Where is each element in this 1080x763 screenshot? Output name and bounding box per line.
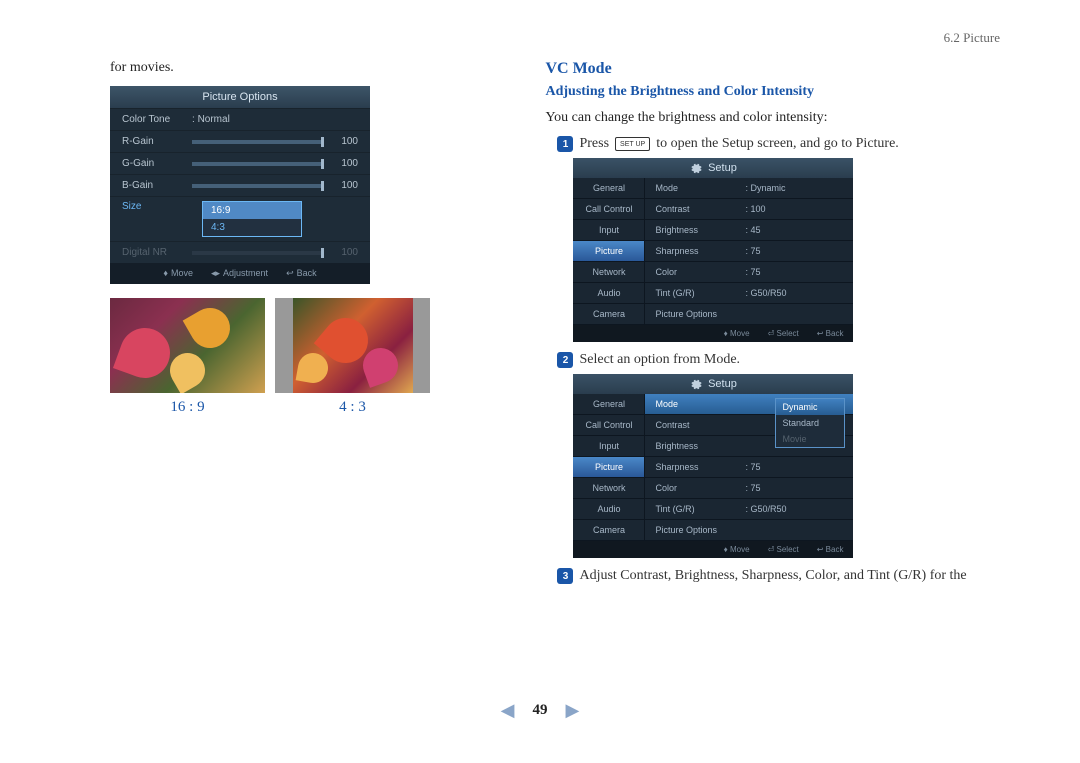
nav-item-selected: Picture [573,241,644,262]
step-text: Select an option from Mode. [579,352,740,368]
ratio-demo-row [110,298,485,393]
intro-text: You can change the brightness and color … [545,110,1000,126]
nav-item-selected: Picture [573,457,644,478]
osd-drop-item: 4:3 [203,219,301,236]
nav-item: General [573,394,644,415]
osd-value: 100 [332,158,358,169]
ratio-labels: 16 : 9 4 : 3 [110,399,485,416]
osd-title: Picture Options [110,86,370,108]
page-body: for movies. Picture Options Color Tone :… [0,0,1080,590]
sample-image-169 [110,298,265,393]
mode-popup-item: Dynamic [776,399,844,415]
nav-item: General [573,178,644,199]
gear-icon [690,162,702,174]
osd-picture-options: Picture Options Color Tone : Normal R-Ga… [110,86,370,284]
setup-key-icon: SET UP [615,137,650,151]
setup-list: Mode: Dynamic Contrast: 100 Brightness: … [645,178,853,325]
step-3: 3 Adjust Contrast, Brightness, Sharpness… [557,568,1000,584]
osd-setup-title: Setup [573,374,853,394]
slider-icon [192,140,324,144]
left-column: for movies. Picture Options Color Tone :… [110,60,485,590]
setup-nav: General Call Control Input Picture Netwo… [573,178,645,325]
osd-setup-title: Setup [573,158,853,178]
nav-item: Call Control [573,415,644,436]
back-icon: ↩ [817,545,824,554]
setup-nav: General Call Control Input Picture Netwo… [573,394,645,541]
step-text: to open the Setup screen, and go to Pict… [656,136,899,152]
step-text: Adjust Contrast, Brightness, Sharpness, … [579,568,966,584]
updown-icon: ♦ [724,329,728,338]
nav-item: Camera [573,304,644,325]
osd-row-ggain: G-Gain 100 [110,152,370,174]
osd-label: G-Gain [122,158,192,169]
osd-drop-item: 16:9 [203,202,301,219]
mode-popup-item: Standard [776,415,844,431]
nav-item: Call Control [573,199,644,220]
step-number-icon: 1 [557,136,573,152]
sample-image-43-wrap [275,298,430,393]
osd-setup-footer: ♦ Move ⏎ Select ↩ Back [573,325,853,342]
osd-row-rgain: R-Gain 100 [110,130,370,152]
osd-setup-footer: ♦ Move ⏎ Select ↩ Back [573,541,853,558]
nav-item: Audio [573,499,644,520]
pager-number: 49 [533,702,548,719]
step-number-icon: 3 [557,568,573,584]
slider-icon [192,162,324,166]
heading-vc-mode: VC Mode [545,60,1000,78]
nav-item: Network [573,262,644,283]
osd-footer: ♦Move ◂▸Adjustment ↩Back [110,263,370,284]
section-label: 6.2 Picture [944,30,1000,46]
ratio-label-169: 16 : 9 [110,399,265,416]
osd-value: 100 [332,180,358,191]
ratio-label-43: 4 : 3 [275,399,430,416]
updown-icon: ♦ [724,545,728,554]
osd-size-dropdown: 16:9 4:3 [202,201,302,237]
mode-popup-item: Movie [776,431,844,447]
osd-setup-2: Setup General Call Control Input Picture… [573,374,853,558]
intro-text: for movies. [110,60,485,76]
back-icon: ↩ [817,329,824,338]
nav-item: Input [573,436,644,457]
osd-value: 100 [332,136,358,147]
osd-row-digitalnr: Digital NR 100 [110,241,370,263]
enter-icon: ⏎ [768,545,775,554]
pager-next-icon[interactable]: ▶ [566,700,580,721]
nav-item: Input [573,220,644,241]
osd-label: Color Tone [122,114,192,125]
step-2: 2 Select an option from Mode. [557,352,1000,368]
right-column: VC Mode Adjusting the Brightness and Col… [545,60,1000,590]
nav-item: Camera [573,520,644,541]
slider-icon [192,184,324,188]
nav-item: Audio [573,283,644,304]
osd-row-size: Size 16:9 4:3 [110,196,370,241]
osd-row-colortone: Color Tone : Normal [110,108,370,130]
setup-list: Mode Contrast Brightness Sharpness: 75 C… [645,394,853,541]
step-number-icon: 2 [557,352,573,368]
gear-icon [690,378,702,390]
enter-icon: ⏎ [768,329,775,338]
updown-icon: ♦ [163,268,168,278]
nav-item: Network [573,478,644,499]
osd-label: B-Gain [122,180,192,191]
osd-row-bgain: B-Gain 100 [110,174,370,196]
osd-label: R-Gain [122,136,192,147]
back-icon: ↩ [286,268,294,278]
leftright-icon: ◂▸ [211,268,220,278]
sample-image-43 [293,298,413,393]
step-text: Press [579,136,609,152]
osd-label: Digital NR [122,247,192,258]
subheading: Adjusting the Brightness and Color Inten… [545,84,1000,100]
osd-label: Size [122,201,192,212]
mode-popup: Dynamic Standard Movie [775,398,845,448]
pager-prev-icon[interactable]: ◀ [501,700,515,721]
pager: ◀ 49 ▶ [0,700,1080,721]
step-1: 1 Press SET UP to open the Setup screen,… [557,136,1000,152]
osd-setup-1: Setup General Call Control Input Picture… [573,158,853,342]
osd-value: 100 [332,247,358,258]
osd-value: : Normal [192,114,230,125]
slider-icon [192,251,324,255]
